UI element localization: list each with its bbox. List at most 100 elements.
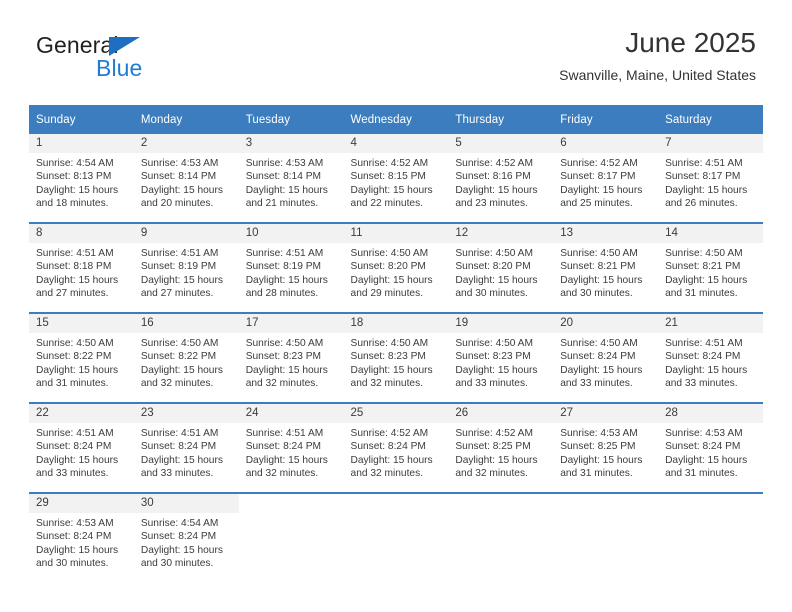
calendar-day-cell[interactable]: 12 Sunrise: 4:50 AM Sunset: 8:20 PM Dayligh… (448, 222, 554, 313)
daylight-duration-line-2: and 31 minutes. (665, 468, 738, 480)
general-blue-logo[interactable]: General Blue (36, 32, 216, 86)
sunrise-time: Sunrise: 4:53 AM (560, 428, 638, 439)
sunset-time: Sunset: 8:20 PM (350, 261, 426, 273)
calendar-day-cell[interactable]: 5 Sunrise: 4:52 AM Sunset: 8:16 PM Daylight… (448, 134, 554, 223)
day-details: Sunrise: 4:53 AM Sunset: 8:14 PM Daylight:… (239, 153, 344, 211)
page-title: June 2025 (625, 27, 756, 58)
calendar-day-cell[interactable]: 14 Sunrise: 4:50 AM Sunset: 8:21 PM Dayligh… (658, 222, 763, 313)
sunrise-time: Sunrise: 4:52 AM (350, 428, 429, 439)
calendar-day-cell[interactable]: 8 Sunrise: 4:51 AM Sunset: 8:18 PM Daylight… (29, 222, 134, 313)
daylight-duration-line-2: and 27 minutes. (140, 288, 214, 300)
daylight-duration-line-2: and 33 minutes. (560, 378, 633, 390)
calendar-day-cell[interactable]: 18 Sunrise: 4:50 AM Sunset: 8:23 PM Dayligh… (343, 312, 449, 403)
calendar-day-cell[interactable]: 25 Sunrise: 4:52 AM Sunset: 8:24 PM Dayligh… (343, 402, 449, 493)
calendar-day-cell-empty (553, 492, 659, 582)
calendar-day-cell[interactable]: 30 Sunrise: 4:54 AM Sunset: 8:24 PM Dayligh… (133, 492, 239, 582)
sunrise-time: Sunrise: 4:51 AM (245, 428, 324, 439)
daylight-duration-line-2: and 32 minutes. (350, 378, 424, 390)
day-details: Sunrise: 4:54 AM Sunset: 8:24 PM Daylight:… (134, 513, 239, 571)
calendar-day-cell[interactable]: 28 Sunrise: 4:53 AM Sunset: 8:24 PM Dayligh… (658, 402, 763, 493)
day-details: Sunrise: 4:53 AM Sunset: 8:14 PM Daylight:… (134, 153, 239, 211)
day-number: 19 (448, 314, 554, 333)
calendar-day-cell[interactable]: 24 Sunrise: 4:51 AM Sunset: 8:24 PM Dayligh… (238, 402, 344, 493)
calendar-day-cell[interactable]: 7 Sunrise: 4:51 AM Sunset: 8:17 PM Daylight… (658, 134, 763, 223)
daylight-duration-line-1: Daylight: 15 hours (665, 274, 748, 286)
calendar-day-cell[interactable]: 29 Sunrise: 4:53 AM Sunset: 8:24 PM Dayligh… (29, 492, 134, 582)
calendar-day-cell[interactable]: 1 Sunrise: 4:54 AM Sunset: 8:13 PM Daylight… (29, 134, 134, 223)
day-details: Sunrise: 4:50 AM Sunset: 8:23 PM Daylight:… (448, 333, 553, 391)
daylight-duration-line-1: Daylight: 15 hours (245, 184, 328, 196)
sunrise-time: Sunrise: 4:52 AM (455, 428, 533, 439)
sunrise-time: Sunrise: 4:50 AM (350, 338, 429, 349)
day-details: Sunrise: 4:50 AM Sunset: 8:20 PM Daylight:… (344, 243, 449, 301)
sunrise-time: Sunrise: 4:51 AM (245, 248, 324, 259)
daylight-duration-line-1: Daylight: 15 hours (140, 364, 223, 376)
daylight-duration-line-1: Daylight: 15 hours (245, 274, 328, 286)
calendar-week-row: 15 Sunrise: 4:50 AM Sunset: 8:22 PM Dayligh… (29, 312, 763, 403)
sunrise-time: Sunrise: 4:51 AM (36, 428, 114, 439)
daylight-duration-line-2: and 32 minutes. (245, 468, 319, 480)
calendar-day-cell[interactable]: 17 Sunrise: 4:50 AM Sunset: 8:23 PM Dayligh… (238, 312, 344, 403)
calendar-day-cell[interactable]: 13 Sunrise: 4:50 AM Sunset: 8:21 PM Dayligh… (553, 222, 659, 313)
sunset-time: Sunset: 8:22 PM (36, 351, 112, 363)
weekday-header-friday: Friday (553, 105, 659, 134)
day-details: Sunrise: 4:50 AM Sunset: 8:23 PM Daylight:… (239, 333, 344, 391)
calendar-day-cell[interactable]: 27 Sunrise: 4:53 AM Sunset: 8:25 PM Dayligh… (553, 402, 659, 493)
day-number (343, 494, 449, 513)
calendar-day-cell[interactable]: 2 Sunrise: 4:53 AM Sunset: 8:14 PM Daylight… (133, 134, 239, 223)
daylight-duration-line-1: Daylight: 15 hours (665, 364, 748, 376)
calendar-day-cell[interactable]: 6 Sunrise: 4:52 AM Sunset: 8:17 PM Daylight… (553, 134, 659, 223)
daylight-duration-line-1: Daylight: 15 hours (36, 364, 119, 376)
daylight-duration-line-1: Daylight: 15 hours (36, 454, 119, 466)
calendar-day-cell[interactable]: 21 Sunrise: 4:51 AM Sunset: 8:24 PM Dayligh… (658, 312, 763, 403)
daylight-duration-line-2: and 31 minutes. (36, 378, 109, 390)
calendar-day-cell[interactable]: 26 Sunrise: 4:52 AM Sunset: 8:25 PM Dayligh… (448, 402, 554, 493)
calendar-day-cell[interactable]: 19 Sunrise: 4:50 AM Sunset: 8:23 PM Dayligh… (448, 312, 554, 403)
daylight-duration-line-1: Daylight: 15 hours (245, 364, 328, 376)
calendar-day-cell[interactable]: 16 Sunrise: 4:50 AM Sunset: 8:22 PM Dayligh… (133, 312, 239, 403)
day-details: Sunrise: 4:50 AM Sunset: 8:23 PM Daylight:… (344, 333, 449, 391)
sunset-time: Sunset: 8:19 PM (140, 261, 217, 273)
calendar-day-cell[interactable]: 23 Sunrise: 4:51 AM Sunset: 8:24 PM Dayligh… (133, 402, 239, 493)
day-number: 7 (658, 134, 763, 153)
weekday-header-saturday: Saturday (658, 105, 763, 134)
sunrise-time: Sunrise: 4:53 AM (665, 428, 743, 439)
calendar-day-cell[interactable]: 11 Sunrise: 4:50 AM Sunset: 8:20 PM Dayligh… (343, 222, 449, 313)
daylight-duration-line-2: and 33 minutes. (140, 468, 214, 480)
daylight-duration-line-1: Daylight: 15 hours (560, 454, 643, 466)
page-header: General Blue June 2025 Swanville, Maine,… (0, 0, 792, 83)
sunrise-time: Sunrise: 4:52 AM (455, 158, 533, 169)
day-details: Sunrise: 4:51 AM Sunset: 8:24 PM Daylight:… (29, 423, 134, 481)
day-number: 13 (553, 224, 659, 243)
sunrise-time: Sunrise: 4:51 AM (665, 338, 743, 349)
sunset-time: Sunset: 8:23 PM (350, 351, 426, 363)
day-details: Sunrise: 4:53 AM Sunset: 8:24 PM Daylight:… (658, 423, 763, 481)
sunrise-time: Sunrise: 4:50 AM (36, 338, 114, 349)
calendar-day-cell[interactable]: 22 Sunrise: 4:51 AM Sunset: 8:24 PM Dayligh… (29, 402, 134, 493)
daylight-duration-line-2: and 18 minutes. (36, 198, 109, 210)
calendar-day-cell[interactable]: 15 Sunrise: 4:50 AM Sunset: 8:22 PM Dayligh… (29, 312, 134, 403)
day-details: Sunrise: 4:51 AM Sunset: 8:19 PM Daylight:… (134, 243, 239, 301)
calendar-day-cell[interactable]: 20 Sunrise: 4:50 AM Sunset: 8:24 PM Dayligh… (553, 312, 659, 403)
day-number: 5 (448, 134, 554, 153)
calendar-grid-wrapper: Sunday Monday Tuesday Wednesday Thursday… (29, 105, 763, 582)
calendar-day-cell[interactable]: 9 Sunrise: 4:51 AM Sunset: 8:19 PM Daylight… (133, 222, 239, 313)
day-number: 22 (29, 404, 134, 423)
calendar-day-cell[interactable]: 4 Sunrise: 4:52 AM Sunset: 8:15 PM Daylight… (343, 134, 449, 223)
day-number: 15 (29, 314, 134, 333)
sunset-time: Sunset: 8:24 PM (140, 441, 217, 453)
title-block: June 2025 Swanville, Maine, United State… (559, 26, 756, 84)
daylight-duration-line-1: Daylight: 15 hours (350, 454, 433, 466)
daylight-duration-line-1: Daylight: 15 hours (350, 274, 433, 286)
daylight-duration-line-1: Daylight: 15 hours (665, 454, 748, 466)
daylight-duration-line-1: Daylight: 15 hours (560, 184, 643, 196)
calendar-day-cell-empty (658, 492, 763, 582)
calendar-day-cell[interactable]: 10 Sunrise: 4:51 AM Sunset: 8:19 PM Dayligh… (238, 222, 344, 313)
day-number: 1 (29, 134, 134, 153)
day-number: 29 (29, 494, 134, 513)
daylight-duration-line-1: Daylight: 15 hours (455, 454, 538, 466)
day-details: Sunrise: 4:50 AM Sunset: 8:22 PM Daylight:… (134, 333, 239, 391)
day-number: 25 (343, 404, 449, 423)
weekday-header-wednesday: Wednesday (343, 105, 449, 134)
calendar-day-cell[interactable]: 3 Sunrise: 4:53 AM Sunset: 8:14 PM Daylight… (238, 134, 344, 223)
